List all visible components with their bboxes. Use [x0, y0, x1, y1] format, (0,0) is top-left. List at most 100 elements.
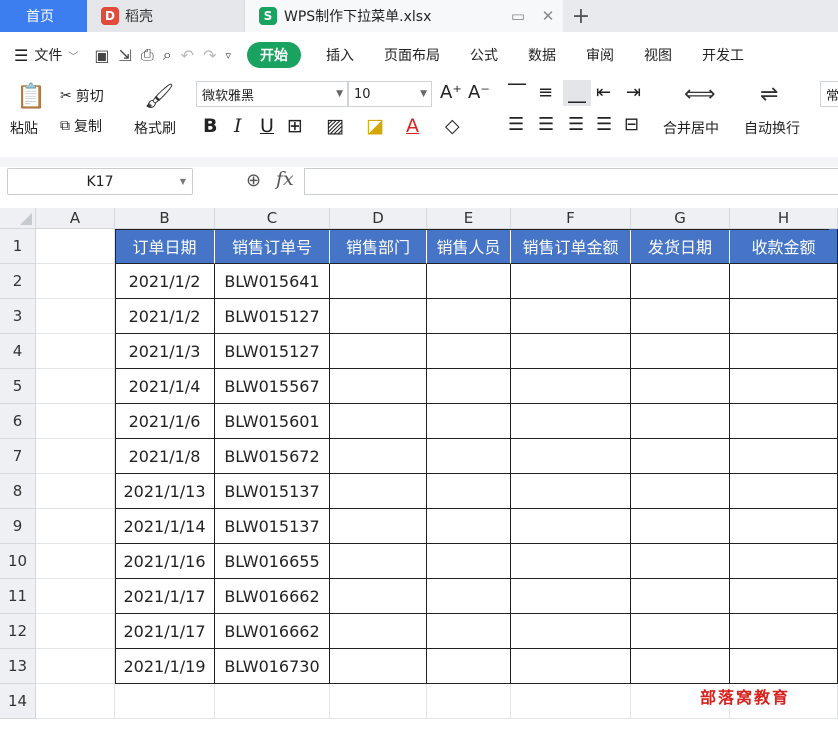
cell-d12[interactable] — [330, 614, 427, 649]
cell-h13[interactable] — [730, 649, 838, 684]
tab-docer[interactable]: D 稻壳 — [87, 0, 245, 32]
row-header-11[interactable]: 11 — [0, 579, 36, 614]
outdent-icon[interactable]: ⇤ — [596, 82, 611, 103]
cell-h3[interactable] — [730, 299, 838, 334]
cell-d7[interactable] — [330, 439, 427, 474]
cell-e7[interactable] — [427, 439, 511, 474]
cell-f5[interactable] — [511, 369, 631, 404]
cell-f12[interactable] — [511, 614, 631, 649]
cell-c4[interactable]: BLW015127 — [215, 334, 330, 369]
auto-wrap-button[interactable]: 自动换行 — [744, 118, 800, 138]
cell-a13[interactable] — [36, 649, 115, 684]
tab-start[interactable]: 开始 — [247, 42, 301, 68]
cell-d6[interactable] — [330, 404, 427, 439]
cell-g5[interactable] — [631, 369, 730, 404]
cell-d13[interactable] — [330, 649, 427, 684]
row-header-13[interactable]: 13 — [0, 649, 36, 684]
cell-g8[interactable] — [631, 474, 730, 509]
cell-a9[interactable] — [36, 509, 115, 544]
align-bottom-icon[interactable]: ⎽ — [563, 80, 591, 106]
cell-d8[interactable] — [330, 474, 427, 509]
font-size-select[interactable]: 10 ▼ — [348, 81, 432, 107]
cell-h4[interactable] — [730, 334, 838, 369]
cell-d1[interactable]: 销售部门 — [330, 229, 427, 264]
cell-c14[interactable] — [215, 684, 330, 719]
name-box[interactable]: K17 ▼ — [7, 168, 193, 195]
undo-icon[interactable]: ↶ — [181, 46, 194, 65]
cell-b9[interactable]: 2021/1/14 — [115, 509, 215, 544]
cell-a10[interactable] — [36, 544, 115, 579]
save-icon[interactable]: ▣ — [94, 46, 109, 65]
select-all-corner[interactable] — [0, 208, 36, 229]
bold-icon[interactable]: B — [203, 115, 217, 137]
cell-g11[interactable] — [631, 579, 730, 614]
cell-e1[interactable]: 销售人员 — [427, 229, 511, 264]
cell-e14[interactable] — [427, 684, 511, 719]
row-header-14[interactable]: 14 — [0, 684, 36, 719]
cell-e4[interactable] — [427, 334, 511, 369]
row-header-3[interactable]: 3 — [0, 299, 36, 334]
row-header-10[interactable]: 10 — [0, 544, 36, 579]
cell-c1[interactable]: 销售订单号 — [215, 229, 330, 264]
cell-c2[interactable]: BLW015641 — [215, 264, 330, 299]
cell-f4[interactable] — [511, 334, 631, 369]
cut-button[interactable]: ✂ 剪切 — [60, 86, 104, 106]
cell-d2[interactable] — [330, 264, 427, 299]
cell-e12[interactable] — [427, 614, 511, 649]
row-header-6[interactable]: 6 — [0, 404, 36, 439]
cell-c11[interactable]: BLW016662 — [215, 579, 330, 614]
cell-h5[interactable] — [730, 369, 838, 404]
cell-a3[interactable] — [36, 299, 115, 334]
align-center-icon[interactable]: ☰ — [538, 114, 554, 135]
cell-c9[interactable]: BLW015137 — [215, 509, 330, 544]
cell-g9[interactable] — [631, 509, 730, 544]
formula-input[interactable] — [304, 168, 838, 195]
cell-b14[interactable] — [115, 684, 215, 719]
cell-a7[interactable] — [36, 439, 115, 474]
cell-h8[interactable] — [730, 474, 838, 509]
tab-data[interactable]: 数据 — [513, 45, 571, 65]
cell-e13[interactable] — [427, 649, 511, 684]
border-icon[interactable]: ⊞ — [287, 115, 303, 137]
increase-font-icon[interactable]: A⁺ — [440, 82, 462, 103]
cell-e5[interactable] — [427, 369, 511, 404]
justify-icon[interactable]: ☰ — [596, 114, 612, 135]
monitor-icon[interactable]: ▭ — [503, 7, 533, 25]
cell-h12[interactable] — [730, 614, 838, 649]
eraser-icon[interactable]: ◇ — [445, 115, 460, 137]
cell-b1[interactable]: 订单日期 — [115, 229, 215, 264]
cell-b5[interactable]: 2021/1/4 — [115, 369, 215, 404]
cell-g2[interactable] — [631, 264, 730, 299]
fill-color-icon[interactable]: ◪ — [366, 115, 384, 137]
cell-f1[interactable]: 销售订单金额 — [511, 229, 631, 264]
row-header-12[interactable]: 12 — [0, 614, 36, 649]
column-header-c[interactable]: C — [215, 208, 330, 229]
cell-g3[interactable] — [631, 299, 730, 334]
cell-f3[interactable] — [511, 299, 631, 334]
cell-h11[interactable] — [730, 579, 838, 614]
row-header-9[interactable]: 9 — [0, 509, 36, 544]
cell-b12[interactable]: 2021/1/17 — [115, 614, 215, 649]
align-right-icon[interactable]: ☰ — [568, 114, 584, 135]
cell-f13[interactable] — [511, 649, 631, 684]
cell-h9[interactable] — [730, 509, 838, 544]
cell-b6[interactable]: 2021/1/6 — [115, 404, 215, 439]
copy-button[interactable]: ⧉ 复制 — [60, 116, 102, 136]
fx-icon[interactable]: fx — [276, 168, 294, 190]
format-painter-button[interactable]: 格式刷 — [134, 118, 176, 138]
cell-a4[interactable] — [36, 334, 115, 369]
column-header-d[interactable]: D — [330, 208, 427, 229]
cell-c8[interactable]: BLW015137 — [215, 474, 330, 509]
cell-e9[interactable] — [427, 509, 511, 544]
zoom-icon[interactable]: ⊕ — [246, 170, 261, 191]
cell-d10[interactable] — [330, 544, 427, 579]
column-header-b[interactable]: B — [115, 208, 215, 229]
row-header-4[interactable]: 4 — [0, 334, 36, 369]
cell-c7[interactable]: BLW015672 — [215, 439, 330, 474]
tab-file[interactable]: S WPS制作下拉菜单.xlsx ▭ ✕ — [245, 0, 563, 32]
cell-e10[interactable] — [427, 544, 511, 579]
cell-b3[interactable]: 2021/1/2 — [115, 299, 215, 334]
cell-h7[interactable] — [730, 439, 838, 474]
cell-h1[interactable]: 收款金额 — [730, 229, 838, 264]
cell-g10[interactable] — [631, 544, 730, 579]
